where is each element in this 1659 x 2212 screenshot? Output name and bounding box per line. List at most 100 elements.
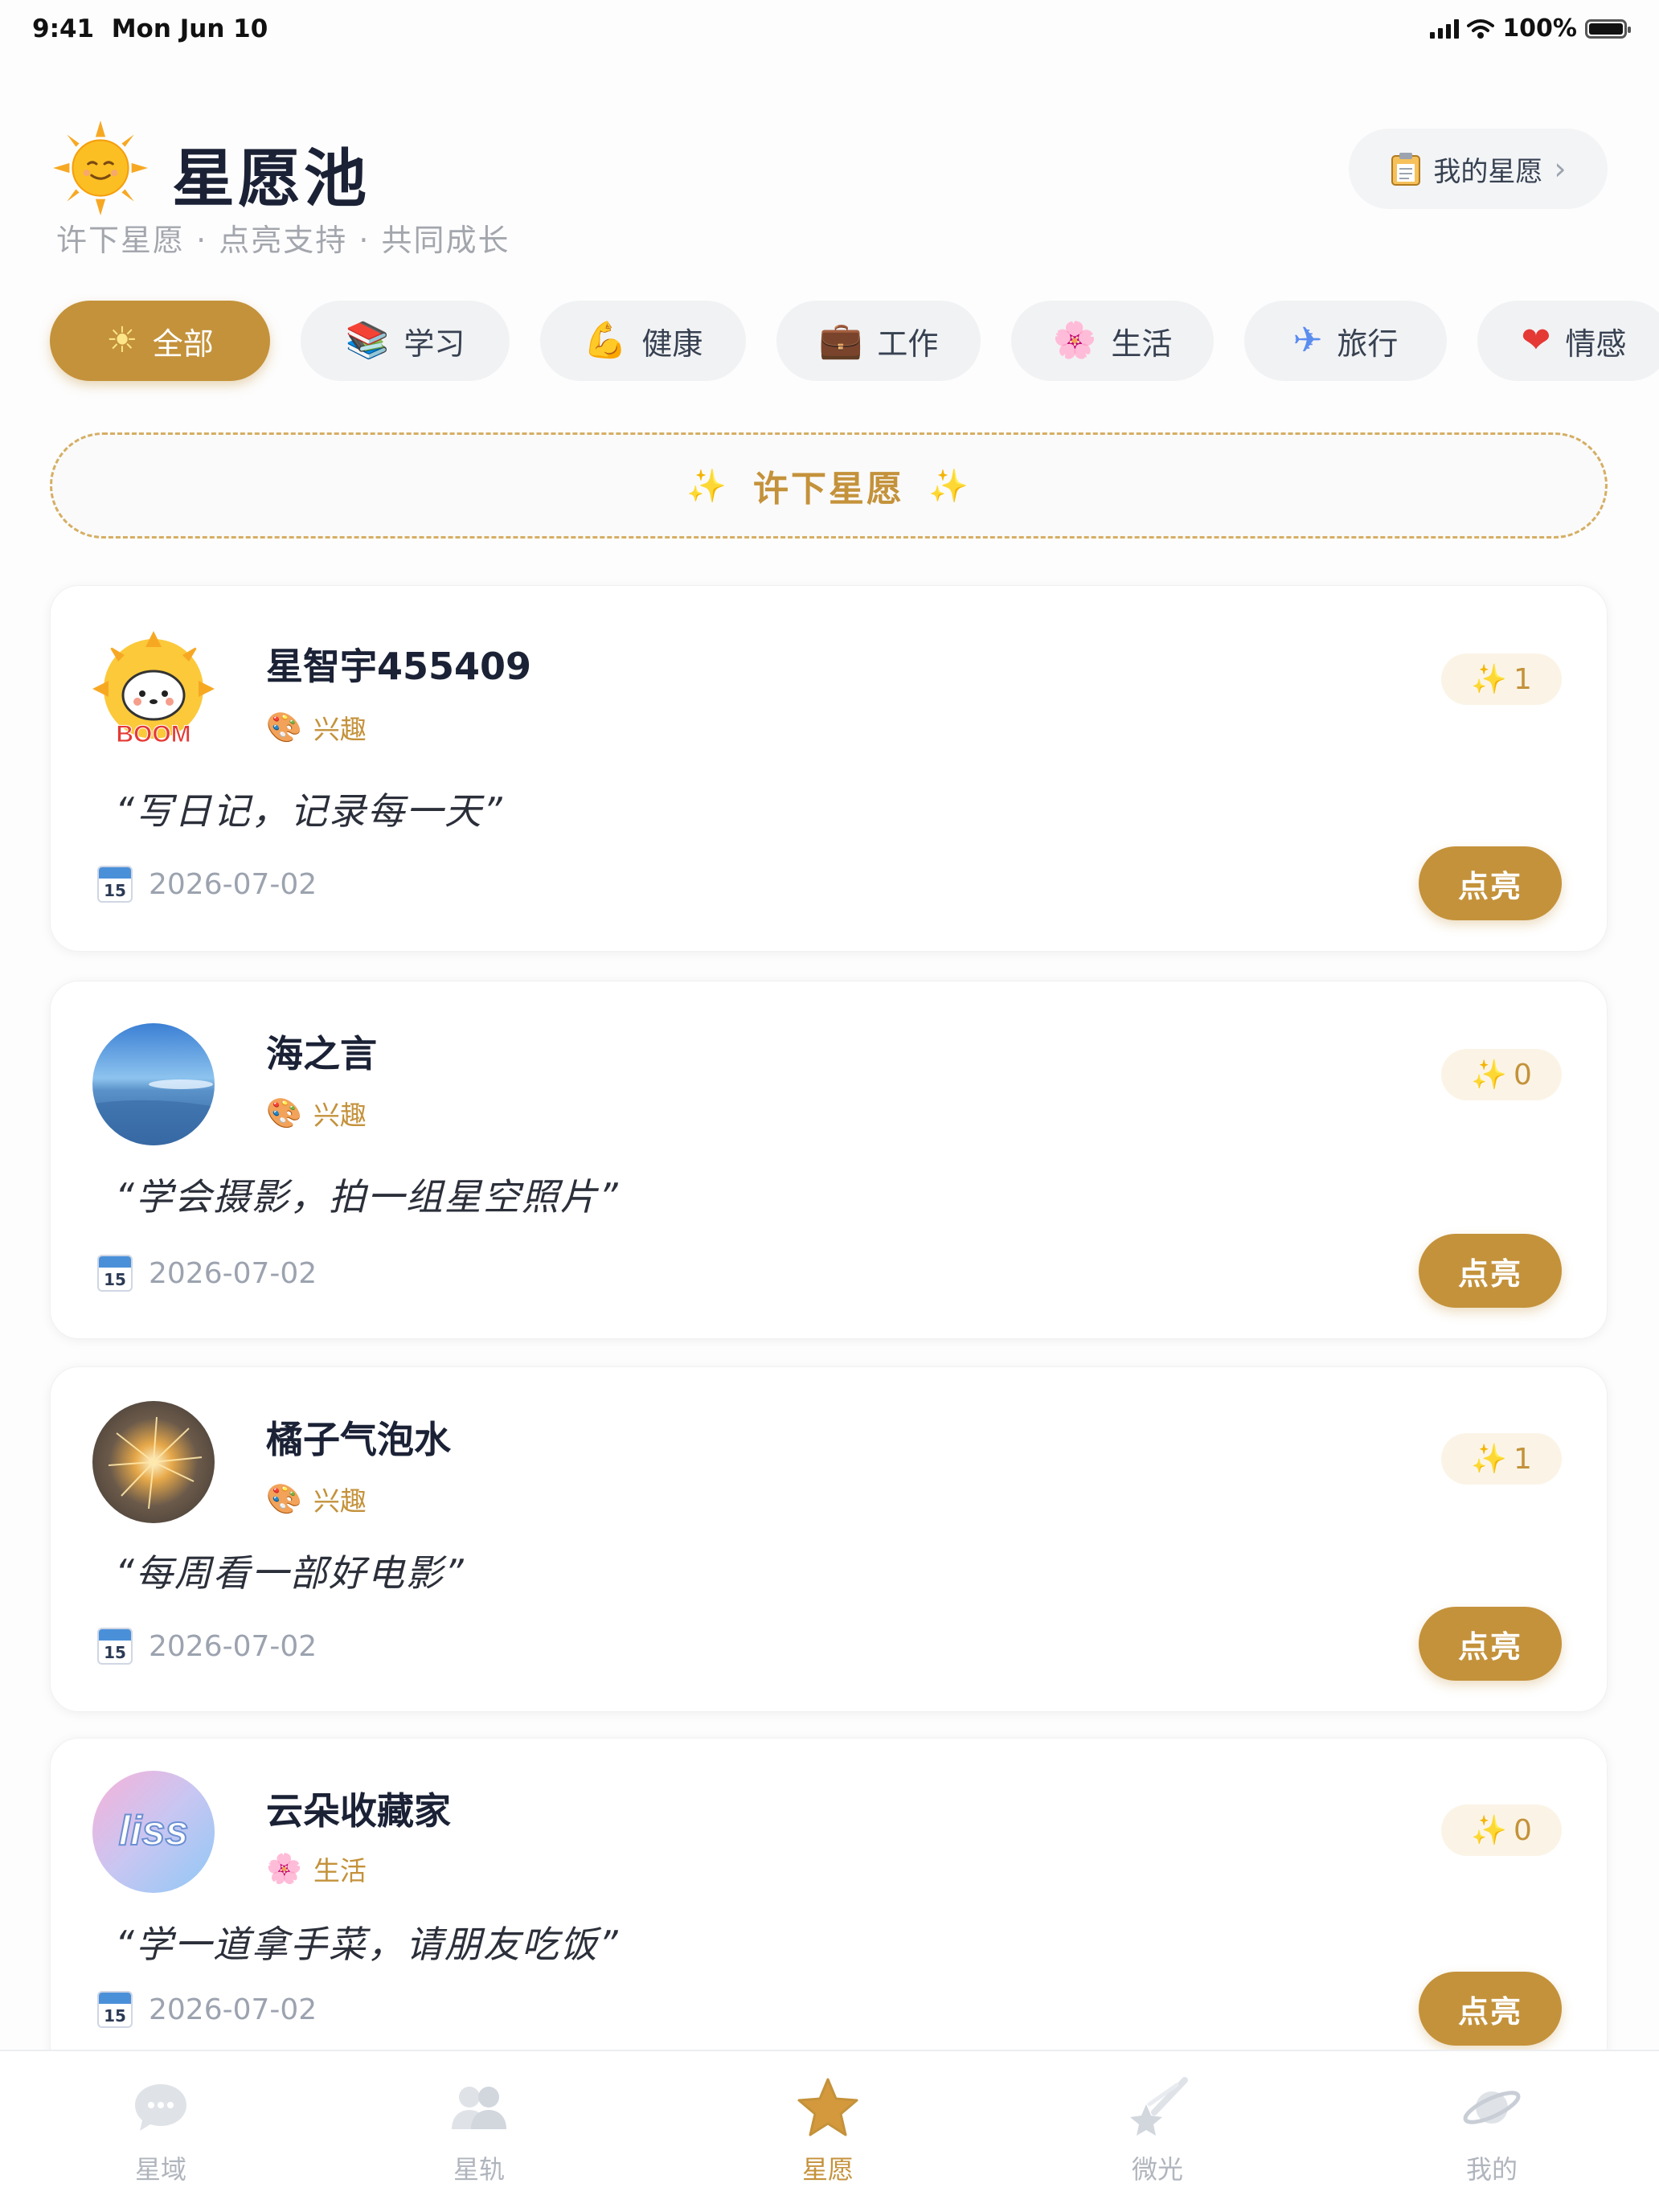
- heart-icon: ❤: [1521, 320, 1551, 361]
- palette-icon: 🎨: [266, 1483, 302, 1516]
- category-label: 生活: [1111, 326, 1173, 362]
- wish-text: “每周看一部好电影”: [115, 1551, 465, 1595]
- category-chip-travel[interactable]: ✈ 旅行: [1244, 301, 1447, 381]
- wish-date: 15 2026-07-02: [97, 1255, 317, 1292]
- wish-date: 15 2026-07-02: [97, 1628, 317, 1665]
- calendar-icon: 15: [97, 1628, 133, 1665]
- category-chip-health[interactable]: 💪 健康: [540, 301, 746, 381]
- planet-icon: [1460, 2075, 1524, 2140]
- tab-star-track[interactable]: 星轨: [391, 2075, 567, 2186]
- chevron-right-icon: ›: [1554, 151, 1567, 186]
- palette-icon: 🎨: [266, 711, 302, 744]
- cellular-signal-icon: [1430, 18, 1460, 39]
- palette-icon: 🎨: [266, 1097, 302, 1130]
- airplane-icon: ✈: [1292, 320, 1323, 361]
- light-up-button[interactable]: 点亮: [1419, 1234, 1562, 1308]
- wish-tag: 🌸 生活: [266, 1849, 367, 1888]
- my-wishes-label: 我的星愿: [1433, 155, 1543, 188]
- tab-star-wish[interactable]: 星愿: [739, 2075, 916, 2186]
- username[interactable]: 海之言: [266, 1025, 377, 1078]
- flexed-biceps-icon: 💪: [583, 320, 628, 361]
- category-chip-all[interactable]: ☀ 全部: [50, 301, 270, 381]
- wish-text: “学一道拿手菜，请朋友吃饭”: [115, 1923, 620, 1966]
- category-chip-work[interactable]: 💼 工作: [776, 301, 981, 381]
- wish-text: “学会摄影，拍一组星空照片”: [115, 1175, 620, 1219]
- tab-label: 星域: [134, 2154, 186, 2185]
- battery-percent: 100%: [1502, 14, 1577, 43]
- chat-bubble-icon: [129, 2075, 193, 2140]
- light-count: 1: [1513, 662, 1532, 696]
- light-up-button[interactable]: 点亮: [1419, 1607, 1562, 1681]
- light-count-badge: ✨ 0: [1441, 1049, 1562, 1100]
- tag-label: 生活: [313, 1855, 367, 1886]
- category-label: 学习: [403, 326, 465, 362]
- shooting-star-icon: [1125, 2075, 1190, 2140]
- avatar[interactable]: liss: [92, 1771, 215, 1893]
- calendar-icon: 15: [97, 1255, 133, 1292]
- people-icon: [447, 2075, 511, 2140]
- date-text: 2026-07-02: [149, 867, 317, 901]
- make-wish-button[interactable]: ✨ 许下星愿 ✨: [50, 432, 1608, 539]
- light-count-badge: ✨ 1: [1441, 1433, 1562, 1485]
- category-label: 工作: [877, 326, 939, 362]
- tab-me[interactable]: 我的: [1403, 2075, 1580, 2186]
- wish-tag: 🎨 兴趣: [266, 1480, 367, 1518]
- status-bar: 9:41 Mon Jun 10 100%: [0, 0, 1659, 64]
- sun-icon: ☀: [106, 320, 138, 361]
- light-up-button[interactable]: 点亮: [1419, 1972, 1562, 2046]
- sparkles-icon: ✨: [1471, 1059, 1507, 1092]
- avatar[interactable]: [92, 1401, 215, 1523]
- wish-card: 海之言 🎨 兴趣 ✨ 0 “学会摄影，拍一组星空照片” 15 2026-07-0…: [50, 981, 1608, 1339]
- page-subtitle: 许下星愿 · 点亮支持 · 共同成长: [56, 223, 510, 258]
- category-label: 情感: [1565, 326, 1627, 362]
- tag-label: 兴趣: [313, 714, 367, 745]
- wish-tag: 🎨 兴趣: [266, 1094, 367, 1133]
- category-label: 旅行: [1337, 326, 1399, 362]
- page-title: 星愿池: [172, 143, 371, 215]
- category-chip-life[interactable]: 🌸 生活: [1011, 301, 1214, 381]
- wifi-icon: [1467, 18, 1495, 39]
- make-wish-label: 许下星愿: [753, 469, 904, 510]
- calendar-icon: 15: [97, 866, 133, 903]
- date-text: 2026-07-02: [149, 1629, 317, 1663]
- sparkles-icon: ✨: [686, 467, 729, 505]
- cherry-blossom-icon: 🌸: [266, 1853, 302, 1886]
- cherry-blossom-icon: 🌸: [1052, 320, 1097, 361]
- category-chip-study[interactable]: 📚 学习: [301, 301, 510, 381]
- clipboard-icon: [1391, 153, 1421, 186]
- avatar[interactable]: BOOM: [92, 631, 215, 753]
- category-filter: ☀ 全部 📚 学习 💪 健康 💼 工作 🌸 生活 ✈ 旅行 ❤ 情感: [50, 301, 1659, 381]
- light-count-badge: ✨ 0: [1441, 1804, 1562, 1856]
- wish-tag: 🎨 兴趣: [266, 708, 367, 747]
- username[interactable]: 云朵收藏家: [266, 1782, 451, 1835]
- calendar-icon: 15: [97, 1991, 133, 2028]
- username[interactable]: 星智宇455409: [266, 637, 531, 690]
- username[interactable]: 橘子气泡水: [266, 1411, 451, 1464]
- avatar-logo-text: liss: [119, 1808, 189, 1854]
- category-label: 全部: [152, 326, 214, 362]
- sparkles-icon: ✨: [928, 467, 971, 505]
- status-date: Mon Jun 10: [111, 14, 268, 43]
- tag-label: 兴趣: [313, 1485, 367, 1517]
- avatar[interactable]: [92, 1023, 215, 1145]
- avatar-logo-text: BOOM: [116, 721, 190, 748]
- wish-card: liss 云朵收藏家 🌸 生活 ✨ 0 “学一道拿手菜，请朋友吃饭” 15 20…: [50, 1738, 1608, 2075]
- light-count: 1: [1513, 1442, 1532, 1476]
- briefcase-icon: 💼: [818, 320, 863, 361]
- sparkles-icon: ✨: [1471, 663, 1507, 696]
- tab-label: 星轨: [453, 2154, 505, 2185]
- light-count: 0: [1513, 1813, 1532, 1847]
- category-chip-emotion[interactable]: ❤ 情感: [1477, 301, 1659, 381]
- battery-icon: [1585, 18, 1631, 39]
- bottom-tab-bar: 星域 星轨 星愿 微光 我的: [0, 2050, 1659, 2212]
- tab-glimmer[interactable]: 微光: [1069, 2075, 1246, 2186]
- tab-star-domain[interactable]: 星域: [72, 2075, 249, 2186]
- wish-card: 橘子气泡水 🎨 兴趣 ✨ 1 “每周看一部好电影” 15 2026-07-02 …: [50, 1366, 1608, 1712]
- my-wishes-button[interactable]: 我的星愿 ›: [1349, 129, 1608, 209]
- light-up-button[interactable]: 点亮: [1419, 846, 1562, 920]
- sparkles-icon: ✨: [1471, 1814, 1507, 1847]
- star-icon: [796, 2075, 860, 2140]
- tag-label: 兴趣: [313, 1100, 367, 1131]
- wish-text: “写日记，记录每一天”: [115, 789, 504, 833]
- wish-card: BOOM 星智宇455409 🎨 兴趣 ✨ 1 “写日记，记录每一天” 15 2…: [50, 585, 1608, 952]
